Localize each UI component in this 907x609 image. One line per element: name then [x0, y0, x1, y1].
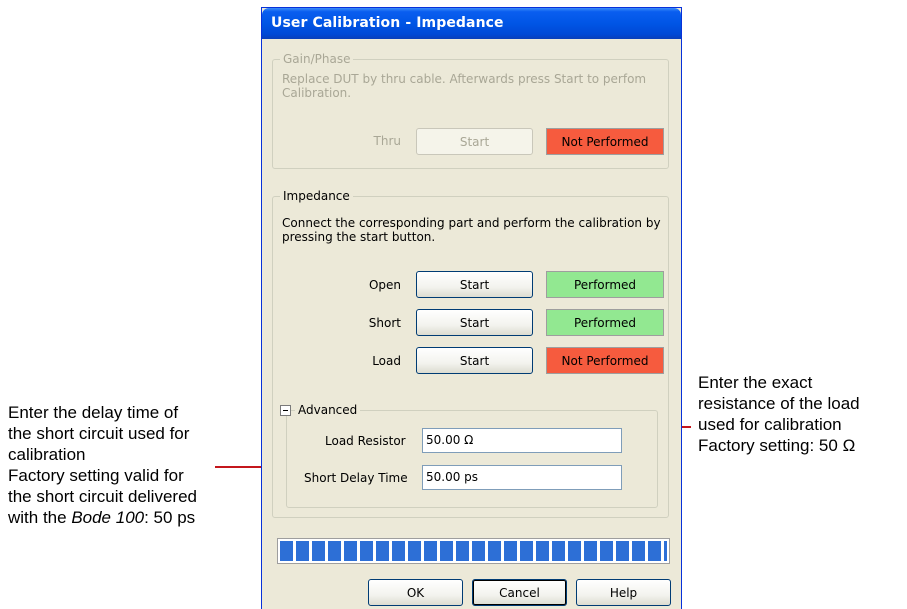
- gain-phase-group: Gain/Phase Replace DUT by thru cable. Af…: [272, 52, 669, 169]
- load-start-button[interactable]: Start: [416, 347, 533, 374]
- load-status-badge: Not Performed: [546, 347, 664, 374]
- annotation-line: Factory setting valid for: [8, 466, 184, 485]
- impedance-legend: Impedance: [280, 189, 353, 203]
- impedance-description: Connect the corresponding part and perfo…: [282, 216, 661, 244]
- short-label: Short: [368, 316, 401, 330]
- annotation-line: Enter the exact: [698, 373, 813, 392]
- ok-button[interactable]: OK: [368, 579, 463, 606]
- short-start-button[interactable]: Start: [416, 309, 533, 336]
- dialog-client-area: Gain/Phase Replace DUT by thru cable. Af…: [265, 39, 678, 609]
- short-delay-label: Short Delay Time: [304, 471, 408, 485]
- cancel-button[interactable]: Cancel: [472, 579, 567, 606]
- collapse-toggle-icon[interactable]: [280, 405, 291, 416]
- annotation-text: with the: [8, 508, 72, 527]
- annotation-line: the short circuit delivered: [8, 487, 197, 506]
- annotation-line: calibration: [8, 445, 86, 464]
- open-start-button[interactable]: Start: [416, 271, 533, 298]
- product-name: Bode 100: [71, 508, 145, 527]
- short-status-badge: Performed: [546, 309, 664, 336]
- thru-label: Thru: [373, 134, 401, 148]
- annotation-line: used for calibration: [698, 415, 842, 434]
- thru-status-badge: Not Performed: [546, 128, 664, 155]
- open-label: Open: [368, 278, 401, 292]
- impedance-group: Impedance Connect the corresponding part…: [272, 189, 669, 518]
- short-delay-field[interactable]: 50.00 ps: [422, 465, 622, 490]
- annotation-load-resistor: Enter the exact resistance of the load u…: [698, 372, 860, 456]
- load-resistor-label: Load Resistor: [325, 434, 406, 448]
- gain-phase-description: Replace DUT by thru cable. Afterwards pr…: [282, 72, 647, 100]
- title-bar[interactable]: User Calibration - Impedance: [262, 8, 681, 39]
- calibration-progress-bar: [277, 538, 670, 564]
- progress-fill: [280, 541, 667, 561]
- annotation-line: the short circuit used for: [8, 424, 190, 443]
- annotation-line: with the Bode 100: 50 ps: [8, 507, 197, 528]
- calibration-dialog: User Calibration - Impedance Gain/Phase …: [261, 7, 682, 609]
- annotation-line: Factory setting: 50 Ω: [698, 436, 856, 455]
- annotation-line: resistance of the load: [698, 394, 860, 413]
- advanced-group: Advanced Load Resistor 50.00 Ω Short Del…: [280, 403, 658, 508]
- load-label: Load: [372, 354, 401, 368]
- annotation-text: : 50 ps: [144, 508, 196, 527]
- help-button[interactable]: Help: [576, 579, 671, 606]
- load-resistor-field[interactable]: 50.00 Ω: [422, 428, 622, 453]
- window-title: User Calibration - Impedance: [271, 15, 504, 31]
- open-status-badge: Performed: [546, 271, 664, 298]
- thru-start-button[interactable]: Start: [416, 128, 533, 155]
- advanced-legend: Advanced: [295, 403, 361, 417]
- annotation-line: Enter the delay time of: [8, 403, 179, 422]
- gain-phase-legend: Gain/Phase: [280, 52, 354, 66]
- annotation-short-delay: Enter the delay time of the short circui…: [8, 402, 197, 528]
